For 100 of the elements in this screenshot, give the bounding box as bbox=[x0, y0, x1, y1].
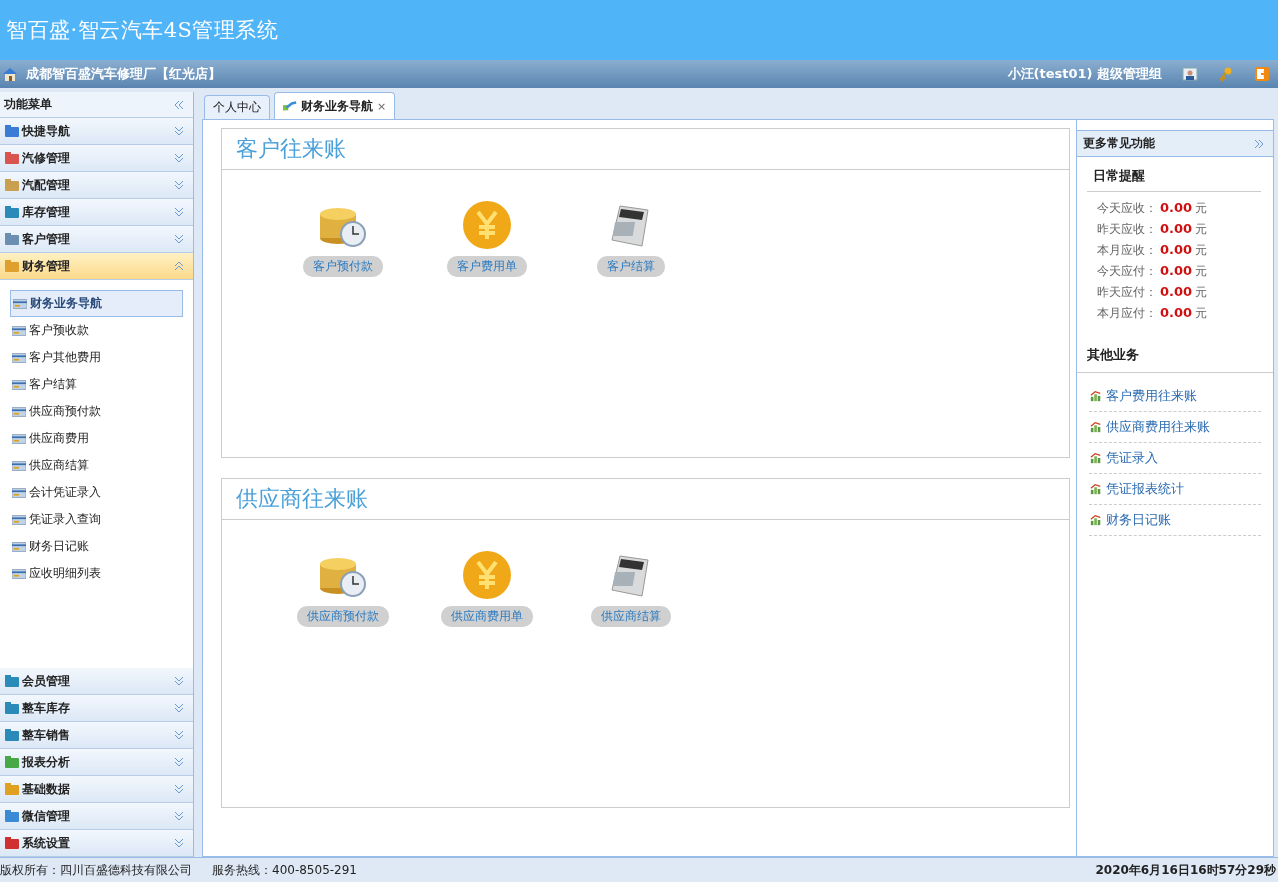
key-icon[interactable] bbox=[1218, 66, 1234, 82]
card-icon bbox=[12, 459, 26, 472]
section-title: 供应商往来账 bbox=[222, 479, 1069, 520]
store-name: 成都智百盛汽车修理厂【红光店】 bbox=[26, 65, 221, 83]
menu-group[interactable]: 汽修管理 bbox=[0, 145, 193, 172]
folder-icon bbox=[4, 700, 20, 716]
folder-icon bbox=[4, 177, 20, 193]
business-link[interactable]: 客户费用往来账 bbox=[1089, 381, 1261, 412]
card-icon bbox=[13, 297, 27, 310]
menu-item[interactable]: 应收明细列表 bbox=[10, 560, 183, 587]
menu-item[interactable]: 客户结算 bbox=[10, 371, 183, 398]
card-icon bbox=[12, 540, 26, 553]
expand-icon[interactable] bbox=[1253, 137, 1265, 150]
reminder-label: 今天应收： bbox=[1097, 200, 1157, 217]
card-icon bbox=[12, 567, 26, 580]
tab[interactable]: 个人中心 bbox=[204, 95, 270, 119]
menu-group[interactable]: 客户管理 bbox=[0, 226, 193, 253]
menu-item[interactable]: 凭证录入查询 bbox=[10, 506, 183, 533]
menu-group[interactable]: 财务管理 bbox=[0, 253, 193, 280]
menu-group[interactable]: 系统设置 bbox=[0, 830, 193, 857]
section-title: 客户往来账 bbox=[222, 129, 1069, 170]
business-link[interactable]: 财务日记账 bbox=[1089, 505, 1261, 536]
menu-group[interactable]: 快捷导航 bbox=[0, 118, 193, 145]
chart-icon bbox=[1089, 452, 1103, 464]
yen-coin-icon bbox=[462, 200, 512, 250]
currency-unit: 元 bbox=[1195, 200, 1208, 217]
folder-icon bbox=[4, 150, 20, 166]
collapse-icon bbox=[173, 260, 185, 272]
card-icon bbox=[12, 486, 26, 499]
folder-icon bbox=[4, 258, 20, 274]
menu-item[interactable]: 客户预收款 bbox=[10, 317, 183, 344]
user-profile-icon[interactable] bbox=[1182, 66, 1198, 82]
expand-icon bbox=[173, 729, 185, 741]
user-name: 小汪(test01) 超级管理组 bbox=[1007, 65, 1162, 83]
folder-icon bbox=[4, 808, 20, 824]
reminder-label: 本月应付： bbox=[1097, 305, 1157, 322]
expand-icon bbox=[173, 125, 185, 137]
amount-value: 0.00 bbox=[1160, 305, 1193, 320]
card-icon bbox=[12, 432, 26, 445]
business-link[interactable]: 凭证报表统计 bbox=[1089, 474, 1261, 505]
tab[interactable]: 财务业务导航 × bbox=[274, 92, 396, 119]
currency-unit: 元 bbox=[1195, 242, 1208, 259]
menu-group[interactable]: 整车销售 bbox=[0, 722, 193, 749]
currency-unit: 元 bbox=[1195, 305, 1208, 322]
menu-group[interactable]: 微信管理 bbox=[0, 803, 193, 830]
menu-group[interactable]: 库存管理 bbox=[0, 199, 193, 226]
folder-icon bbox=[4, 673, 20, 689]
close-icon[interactable]: × bbox=[377, 99, 387, 113]
menu-group[interactable]: 会员管理 bbox=[0, 668, 193, 695]
chart-arrow-icon bbox=[283, 100, 297, 112]
chart-icon bbox=[1089, 421, 1103, 433]
expand-icon bbox=[173, 783, 185, 795]
menu-group[interactable]: 报表分析 bbox=[0, 749, 193, 776]
expand-icon bbox=[173, 675, 185, 687]
hotline-text: 服务热线：400-8505-291 bbox=[212, 861, 357, 879]
folder-icon bbox=[4, 204, 20, 220]
expand-icon bbox=[173, 702, 185, 714]
reminder-label: 本月应收： bbox=[1097, 242, 1157, 259]
expand-icon bbox=[173, 206, 185, 218]
expand-icon bbox=[173, 837, 185, 849]
datetime-text: 2020年6月16日16时57分29秒 bbox=[1095, 861, 1277, 879]
menu-group[interactable]: 汽配管理 bbox=[0, 172, 193, 199]
collapse-icon[interactable] bbox=[173, 98, 185, 111]
panel-title: 更多常见功能 bbox=[1083, 135, 1155, 152]
chart-icon bbox=[1089, 390, 1103, 402]
expand-icon bbox=[173, 756, 185, 768]
other-title: 其他业务 bbox=[1077, 340, 1273, 373]
business-link[interactable]: 供应商费用往来账 bbox=[1089, 412, 1261, 443]
amount-value: 0.00 bbox=[1160, 284, 1193, 299]
menu-item[interactable]: 财务日记账 bbox=[10, 533, 183, 560]
card-icon bbox=[12, 513, 26, 526]
amount-value: 0.00 bbox=[1160, 200, 1193, 215]
menu-item[interactable]: 会计凭证录入 bbox=[10, 479, 183, 506]
logout-icon[interactable] bbox=[1254, 66, 1270, 82]
menu-group[interactable]: 基础数据 bbox=[0, 776, 193, 803]
folder-icon bbox=[4, 727, 20, 743]
home-icon bbox=[2, 66, 18, 82]
card-icon bbox=[12, 324, 26, 337]
folder-icon bbox=[4, 123, 20, 139]
business-link[interactable]: 凭证录入 bbox=[1089, 443, 1261, 474]
chart-icon bbox=[1089, 483, 1103, 495]
amount-value: 0.00 bbox=[1160, 242, 1193, 257]
reminder-label: 今天应付： bbox=[1097, 263, 1157, 280]
copyright-text: 版权所有：四川百盛德科技有限公司 bbox=[0, 861, 192, 879]
folder-icon bbox=[4, 835, 20, 851]
yen-coin-icon bbox=[462, 550, 512, 600]
menu-item[interactable]: 财务业务导航 bbox=[10, 290, 183, 317]
menu-item[interactable]: 供应商费用 bbox=[10, 425, 183, 452]
folder-icon bbox=[4, 231, 20, 247]
card-icon bbox=[12, 405, 26, 418]
folder-icon bbox=[4, 754, 20, 770]
menu-item[interactable]: 客户其他费用 bbox=[10, 344, 183, 371]
menu-item[interactable]: 供应商预付款 bbox=[10, 398, 183, 425]
menu-item[interactable]: 供应商结算 bbox=[10, 452, 183, 479]
currency-unit: 元 bbox=[1195, 263, 1208, 280]
reminder-label: 昨天应收： bbox=[1097, 221, 1157, 238]
reminder-title: 日常提醒 bbox=[1087, 167, 1261, 192]
card-icon bbox=[12, 351, 26, 364]
menu-group[interactable]: 整车库存 bbox=[0, 695, 193, 722]
reminder-label: 昨天应付： bbox=[1097, 284, 1157, 301]
